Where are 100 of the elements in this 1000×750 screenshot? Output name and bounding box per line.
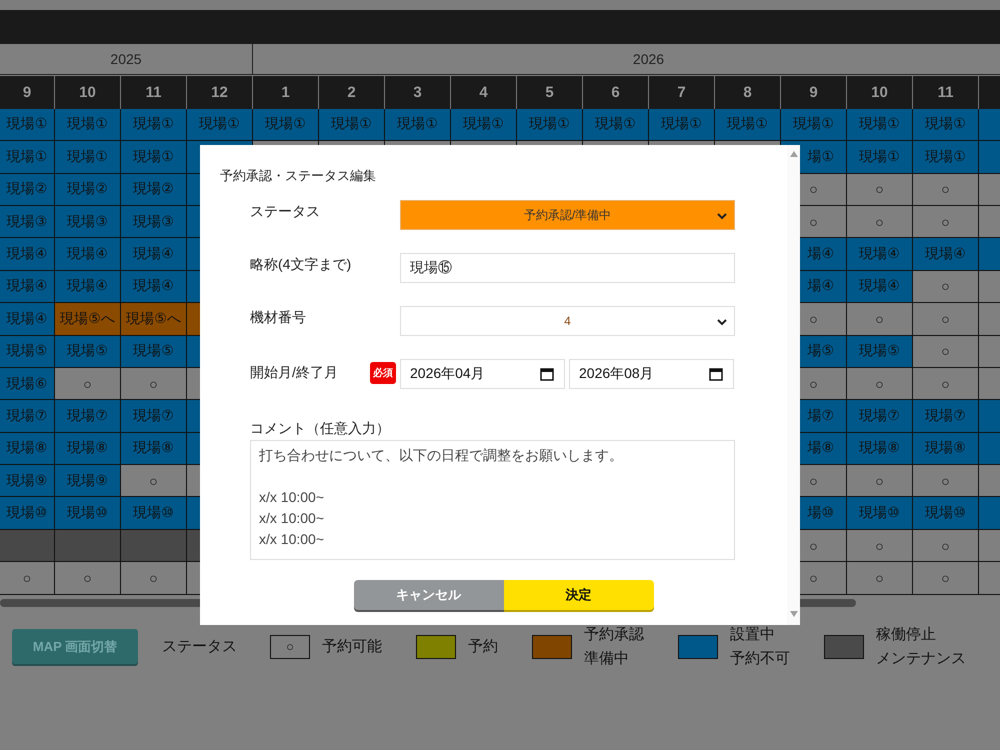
table-cell: 現場① [913, 108, 979, 142]
legend-label: 予約承認 準備中 [584, 624, 644, 669]
table-cell: ○ [847, 562, 913, 595]
select-field[interactable]: 予約承認/準備中 [400, 200, 735, 230]
table-cell: 現場④ [913, 238, 979, 271]
legend-label: 設置中 予約不可 [730, 624, 790, 669]
table-cell: 現場⑤ [847, 336, 913, 368]
required-badge: 必須 [370, 362, 396, 384]
table-cell: 現場⑨ [0, 465, 55, 498]
field-label: 略称(4文字まで) [250, 256, 352, 274]
month-header: 2 [319, 76, 385, 109]
table-cell: 現場⑧ [55, 432, 121, 466]
table-cell: ○ [913, 336, 979, 368]
table-cell: ○ [121, 465, 187, 498]
table-cell: 現場④ [121, 238, 187, 271]
table-cell: 現場④ [55, 270, 121, 304]
scroll-down-icon [790, 611, 798, 617]
legend-title: ステータス [162, 637, 237, 656]
table-cell: ○ [847, 174, 913, 206]
month-header: 10 [847, 76, 913, 109]
table-cell: 現場⑦ [55, 400, 121, 433]
table-cell: 現場③ [0, 206, 55, 238]
table-cell: 現場② [55, 174, 121, 206]
table-cell: 現場① [583, 108, 649, 142]
table-cell: ○ [913, 270, 979, 304]
caret-icon [716, 211, 728, 221]
calendar-icon [709, 367, 723, 381]
month-header: 6 [583, 76, 649, 109]
table-cell: 現場⑧ [121, 432, 187, 466]
legend-label: 予約 [468, 636, 498, 657]
table-cell: 現場⑩ [55, 497, 121, 530]
table-cell: 現場① [913, 141, 979, 174]
field-label: 開始月/終了月 [250, 364, 338, 382]
legend-label: 予約可能 [322, 636, 382, 657]
month-header: 5 [517, 76, 583, 109]
table-cell: ○ [913, 303, 979, 336]
table-cell: 現場① [253, 108, 319, 142]
table-cell: 現場④ [0, 270, 55, 304]
table-cell: 現場④ [55, 238, 121, 271]
table-cell: 現場① [0, 108, 55, 142]
table-cell: 現場① [649, 108, 715, 142]
month-field[interactable]: 2026年04月 [400, 359, 565, 389]
table-cell [55, 530, 121, 562]
table-cell: 現場④ [847, 238, 913, 271]
table-cell: 現場⑦ [121, 400, 187, 433]
select-field[interactable]: 4 [400, 306, 735, 336]
month-header: 8 [715, 76, 781, 109]
table-cell: 現場① [517, 108, 583, 142]
table-cell: ○ [847, 303, 913, 336]
table-cell: 現場② [121, 174, 187, 206]
table-cell: 現場⑦ [913, 400, 979, 433]
field-label: コメント（任意入力） [250, 420, 390, 438]
table-cell: 現場③ [121, 206, 187, 238]
month-field[interactable]: 2026年08月 [569, 359, 734, 389]
comment-field[interactable]: 打ち合わせについて、以下の日程で調整をお願いします。 x/x 10:00~ x/x 10:00~ x/x 10:00~ [250, 440, 735, 560]
month-header: 11 [121, 76, 187, 109]
table-cell: 現場① [121, 108, 187, 142]
month-header: 3 [385, 76, 451, 109]
month-header: 9 [781, 76, 847, 109]
month-header: 11 [913, 76, 979, 109]
table-cell: 現場⑩ [847, 497, 913, 530]
table-cell: 現場① [187, 108, 253, 142]
table-cell: 現場⑧ [913, 432, 979, 466]
table-cell: 現場① [55, 141, 121, 174]
table-cell: 現場⑩ [121, 497, 187, 530]
scroll-up-icon [790, 151, 798, 157]
table-cell: 現場⑩ [0, 497, 55, 530]
table-cell: 現場① [0, 141, 55, 174]
table-cell: ○ [913, 530, 979, 562]
table-cell: 現場① [847, 108, 913, 142]
table-cell: 現場① [121, 141, 187, 174]
table-cell: 現場⑩ [913, 497, 979, 530]
table-cell: 現場④ [0, 303, 55, 336]
text-input[interactable]: 現場⑮ [400, 253, 735, 283]
table-cell: 現場⑤へ [55, 303, 121, 336]
table-cell: 現場④ [0, 238, 55, 271]
table-cell: 現場⑤へ [121, 303, 187, 336]
table-cell: 現場⑤ [0, 336, 55, 368]
table-cell: ○ [913, 562, 979, 595]
year-header: 2026 [253, 44, 1000, 75]
table-cell [0, 530, 55, 562]
table-cell: ○ [121, 562, 187, 595]
table-cell: 現場⑧ [847, 432, 913, 466]
calendar-icon [540, 367, 554, 381]
table-cell: 現場⑧ [0, 432, 55, 466]
year-header: 2025 [0, 44, 253, 75]
month-header: 9 [0, 76, 55, 109]
table-cell: ○ [847, 530, 913, 562]
table-cell: 現場⑥ [0, 368, 55, 400]
table-cell: ○ [913, 206, 979, 238]
table-cell: 現場① [715, 108, 781, 142]
table-cell: 現場① [319, 108, 385, 142]
table-cell: 現場① [385, 108, 451, 142]
legend-swatch: ○ [270, 634, 310, 659]
table-cell: ○ [847, 465, 913, 498]
table-cell: 現場② [0, 174, 55, 206]
table-cell: 現場① [847, 141, 913, 174]
confirm-button[interactable]: 決定 [504, 580, 654, 610]
month-header: 10 [55, 76, 121, 109]
table-cell: ○ [0, 562, 55, 595]
